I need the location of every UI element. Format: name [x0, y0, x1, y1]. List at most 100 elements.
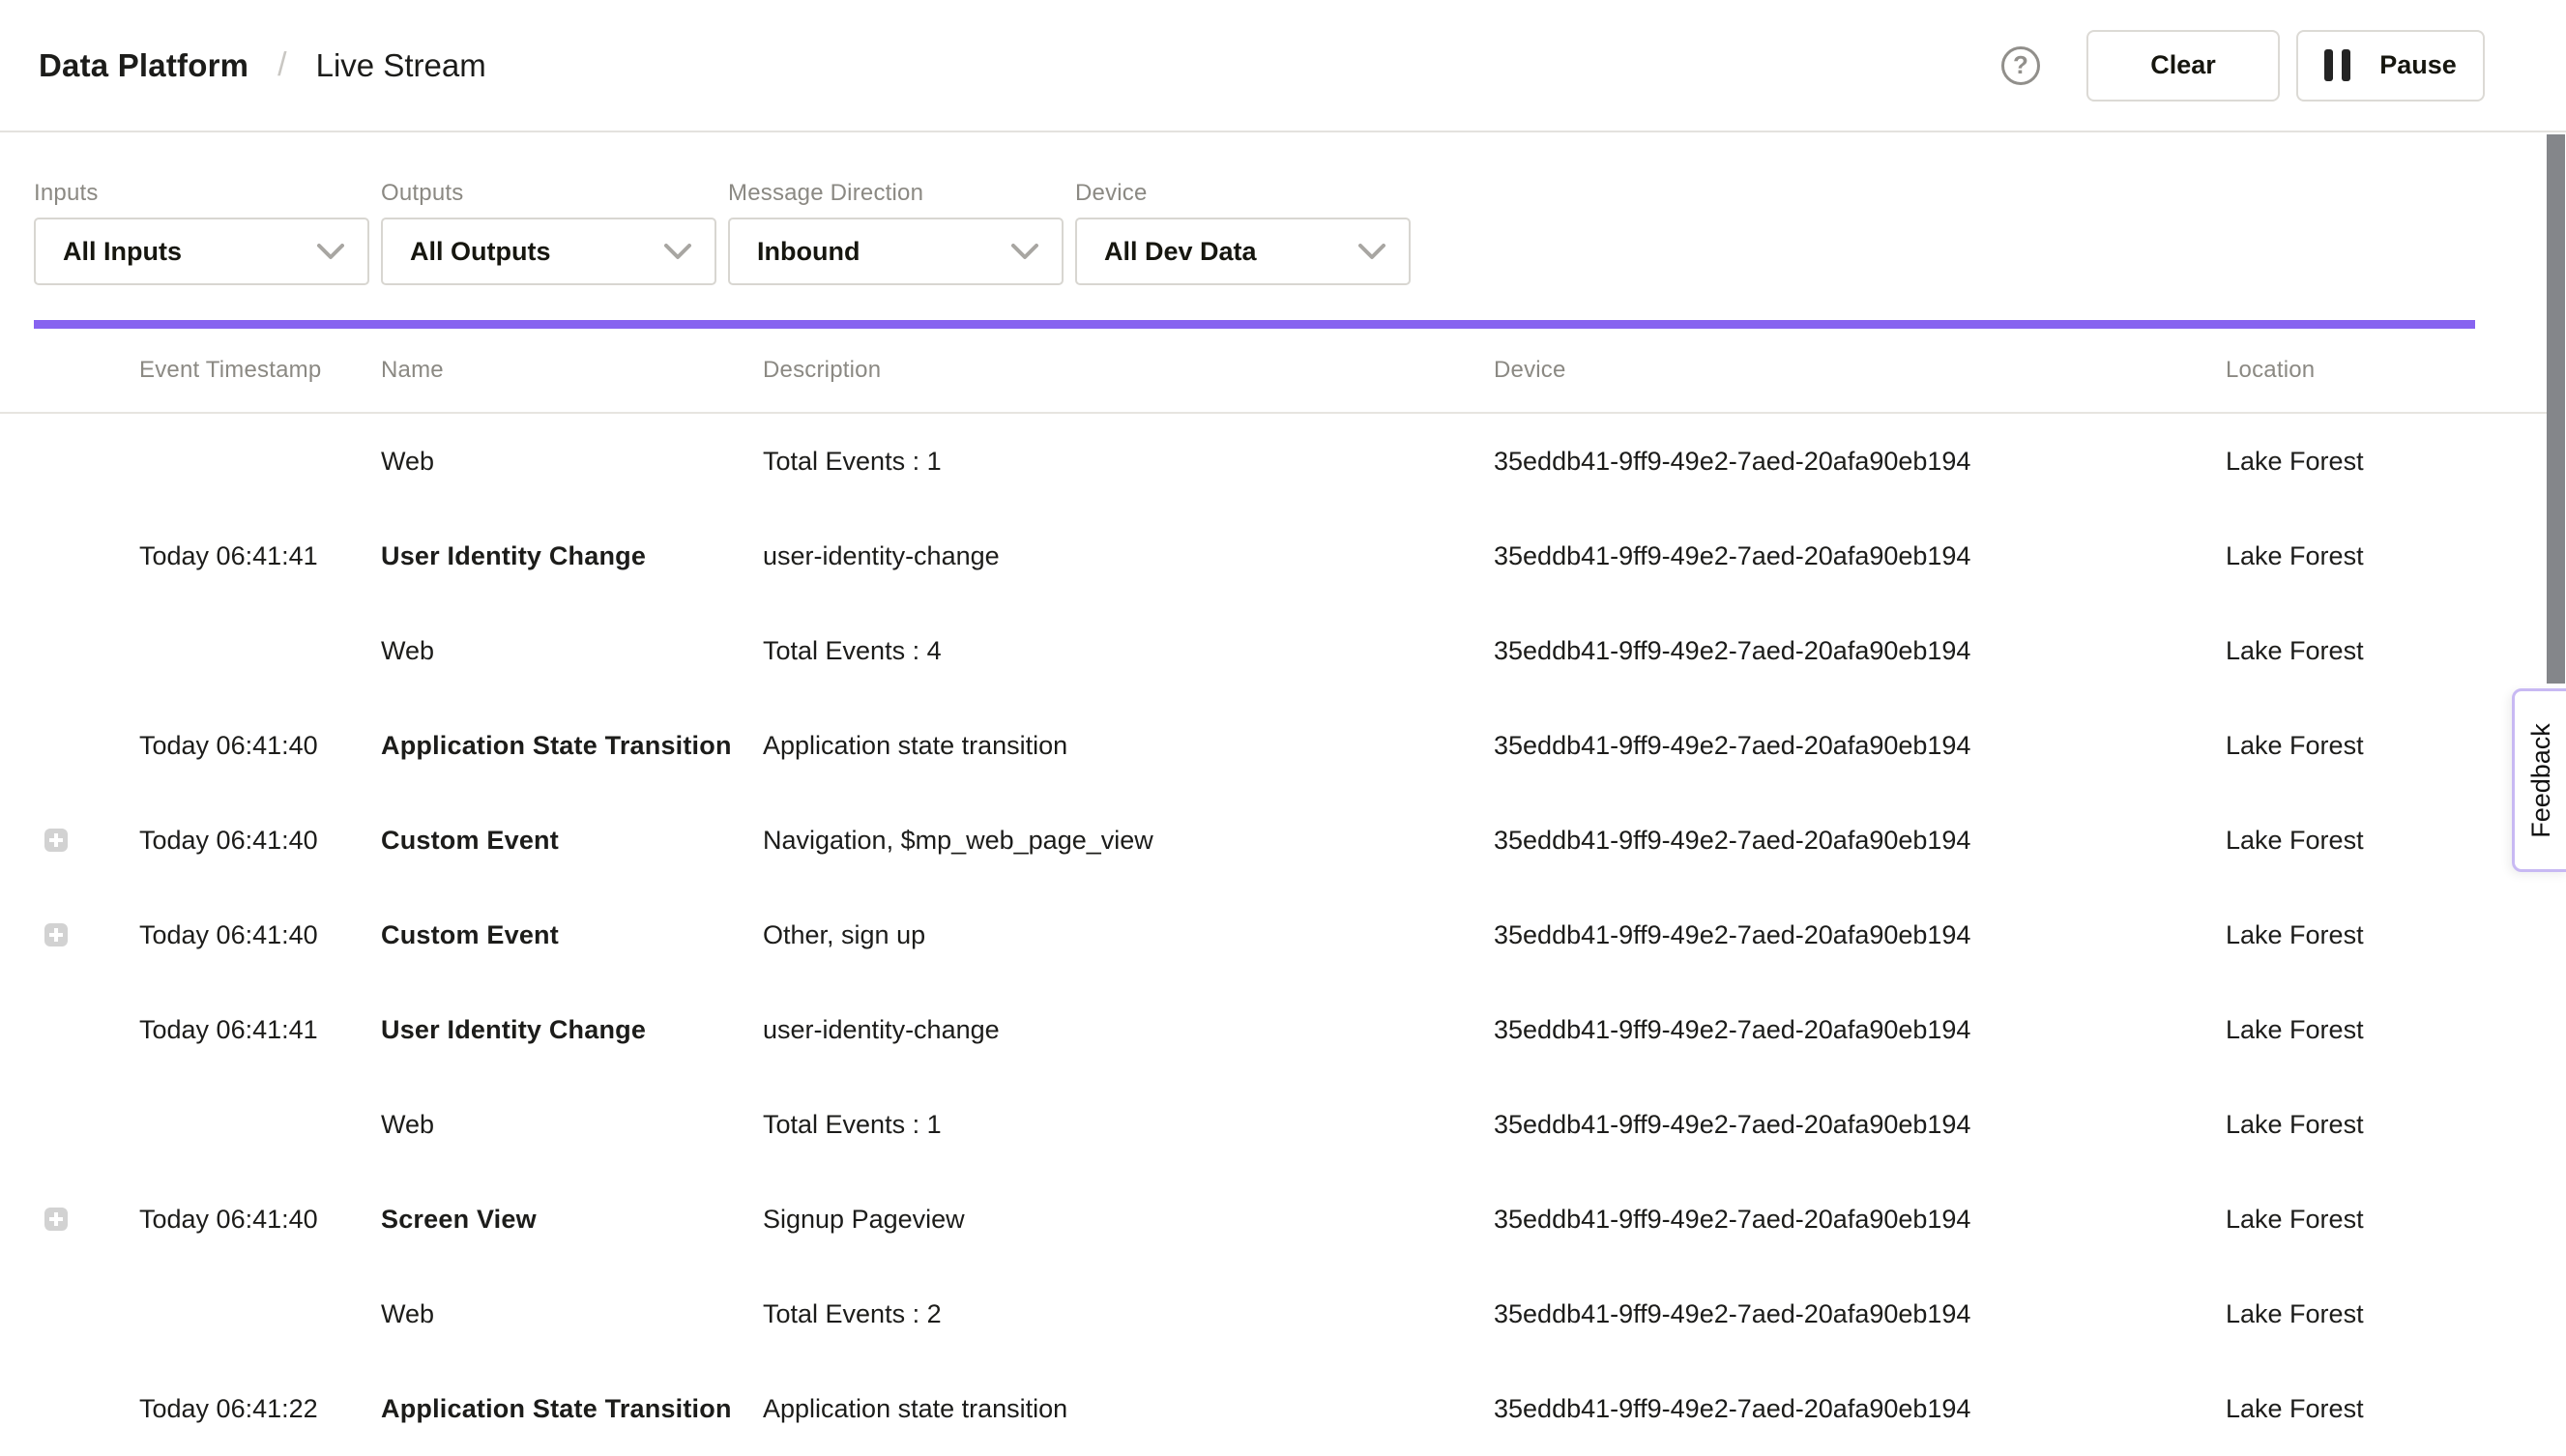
event-name-cell: User Identity Change	[381, 541, 763, 571]
device-cell: 35eddb41-9ff9-49e2-7aed-20afa90eb194	[1494, 1110, 2226, 1140]
event-name-cell: Custom Event	[381, 920, 763, 950]
event-description-cell: Total Events : 1	[763, 447, 1494, 477]
expand-cell	[34, 923, 139, 946]
event-description-cell: Navigation, $mp_web_page_view	[763, 826, 1494, 856]
device-cell: 35eddb41-9ff9-49e2-7aed-20afa90eb194	[1494, 1394, 2226, 1424]
table-body: Web Total Events : 1 35eddb41-9ff9-49e2-…	[0, 414, 2566, 1456]
top-bar-actions: ? Clear Pause	[2001, 30, 2485, 102]
live-stream-page: Data Platform / Live Stream ? Clear Paus…	[0, 0, 2566, 1437]
table-row[interactable]: Web Total Events : 1 35eddb41-9ff9-49e2-…	[0, 414, 2566, 509]
event-timestamp-cell: Today 06:41:40	[139, 920, 381, 950]
event-name-cell: Web	[381, 447, 763, 477]
scrollbar-thumb[interactable]	[2547, 134, 2565, 684]
event-name-cell: Application State Transition	[381, 1394, 763, 1424]
table-row[interactable]: Today 06:41:40 Screen View Signup Pagevi…	[0, 1172, 2566, 1267]
breadcrumb-data-platform[interactable]: Data Platform	[39, 47, 248, 84]
event-name-cell: User Identity Change	[381, 1015, 763, 1045]
location-cell: Lake Forest	[2226, 541, 2475, 571]
expand-row-button[interactable]	[44, 829, 68, 852]
event-name-cell: Web	[381, 1299, 763, 1329]
location-cell: Lake Forest	[2226, 1394, 2475, 1424]
message-direction-select-value: Inbound	[757, 237, 860, 267]
expand-cell	[34, 1208, 139, 1231]
event-timestamp-cell: Today 06:41:41	[139, 541, 381, 571]
device-cell: 35eddb41-9ff9-49e2-7aed-20afa90eb194	[1494, 826, 2226, 856]
expand-cell	[34, 734, 139, 757]
event-description-cell: Total Events : 2	[763, 1299, 1494, 1329]
event-name-cell: Web	[381, 1110, 763, 1140]
location-cell: Lake Forest	[2226, 826, 2475, 856]
device-cell: 35eddb41-9ff9-49e2-7aed-20afa90eb194	[1494, 731, 2226, 761]
expand-row-button[interactable]	[44, 923, 68, 946]
clear-button[interactable]: Clear	[2086, 30, 2280, 102]
table-row[interactable]: Today 06:41:40 Custom Event Navigation, …	[0, 793, 2566, 888]
event-name-cell: Web	[381, 636, 763, 666]
location-cell: Lake Forest	[2226, 920, 2475, 950]
expand-cell	[34, 1302, 139, 1325]
event-description-cell: user-identity-change	[763, 1015, 1494, 1045]
expand-cell	[34, 450, 139, 473]
pause-button-label: Pause	[2379, 50, 2457, 80]
live-stream-progress-bar	[34, 320, 2475, 329]
location-cell: Lake Forest	[2226, 1299, 2475, 1329]
event-description-cell: Other, sign up	[763, 920, 1494, 950]
location-cell: Lake Forest	[2226, 447, 2475, 477]
event-description-cell: Signup Pageview	[763, 1205, 1494, 1235]
device-cell: 35eddb41-9ff9-49e2-7aed-20afa90eb194	[1494, 447, 2226, 477]
expand-cell	[34, 639, 139, 662]
table-row[interactable]: Today 06:41:41 User Identity Change user…	[0, 509, 2566, 603]
chevron-down-icon	[664, 244, 691, 260]
device-cell: 35eddb41-9ff9-49e2-7aed-20afa90eb194	[1494, 1015, 2226, 1045]
table-row[interactable]: Today 06:41:40 Custom Event Other, sign …	[0, 888, 2566, 982]
event-name-cell: Custom Event	[381, 826, 763, 856]
outputs-select[interactable]: All Outputs	[381, 218, 716, 285]
location-cell: Lake Forest	[2226, 636, 2475, 666]
table-row[interactable]: Web Total Events : 4 35eddb41-9ff9-49e2-…	[0, 603, 2566, 698]
clear-button-label: Clear	[2150, 50, 2216, 80]
event-timestamp-cell: Today 06:41:40	[139, 826, 381, 856]
pause-icon	[2324, 49, 2350, 81]
device-cell: 35eddb41-9ff9-49e2-7aed-20afa90eb194	[1494, 1205, 2226, 1235]
inputs-select[interactable]: All Inputs	[34, 218, 369, 285]
column-header-device: Device	[1494, 357, 2226, 384]
filter-device: Device All Dev Data	[1075, 180, 1411, 285]
location-cell: Lake Forest	[2226, 1205, 2475, 1235]
column-header-description: Description	[763, 357, 1494, 384]
top-bar: Data Platform / Live Stream ? Clear Paus…	[0, 0, 2566, 132]
feedback-tab[interactable]: Feedback	[2512, 688, 2566, 872]
table-row[interactable]: Today 06:41:40 Application State Transit…	[0, 698, 2566, 793]
filters-row: Inputs All Inputs Outputs All Outputs Me…	[0, 132, 2566, 285]
expand-cell	[34, 1018, 139, 1041]
event-description-cell: Application state transition	[763, 731, 1494, 761]
column-header-event-timestamp: Event Timestamp	[139, 357, 381, 384]
chevron-down-icon	[1011, 244, 1038, 260]
help-icon[interactable]: ?	[2001, 46, 2040, 85]
event-timestamp-cell: Today 06:41:40	[139, 731, 381, 761]
table-row[interactable]: Web Total Events : 1 35eddb41-9ff9-49e2-…	[0, 1077, 2566, 1172]
pause-button[interactable]: Pause	[2296, 30, 2485, 102]
filter-message-direction-label: Message Direction	[728, 180, 1064, 207]
table-row[interactable]: Web Total Events : 2 35eddb41-9ff9-49e2-…	[0, 1267, 2566, 1361]
event-name-cell: Screen View	[381, 1205, 763, 1235]
event-description-cell: Total Events : 1	[763, 1110, 1494, 1140]
expand-cell	[34, 1397, 139, 1420]
event-timestamp-cell: Today 06:41:22	[139, 1394, 381, 1424]
device-select[interactable]: All Dev Data	[1075, 218, 1411, 285]
device-cell: 35eddb41-9ff9-49e2-7aed-20afa90eb194	[1494, 636, 2226, 666]
table-header: Event Timestamp Name Description Device …	[0, 329, 2566, 414]
expand-cell	[34, 1113, 139, 1136]
message-direction-select[interactable]: Inbound	[728, 218, 1064, 285]
outputs-select-value: All Outputs	[410, 237, 550, 267]
expand-cell	[34, 544, 139, 568]
event-timestamp-cell: Today 06:41:41	[139, 1015, 381, 1045]
table-row[interactable]: Today 06:41:22 Application State Transit…	[0, 1361, 2566, 1456]
filter-device-label: Device	[1075, 180, 1411, 207]
breadcrumb-separator: /	[277, 46, 286, 84]
events-table: Event Timestamp Name Description Device …	[0, 329, 2566, 1456]
device-cell: 35eddb41-9ff9-49e2-7aed-20afa90eb194	[1494, 1299, 2226, 1329]
expand-row-button[interactable]	[44, 1208, 68, 1231]
filter-message-direction: Message Direction Inbound	[728, 180, 1064, 285]
table-row[interactable]: Today 06:41:41 User Identity Change user…	[0, 982, 2566, 1077]
event-name-cell: Application State Transition	[381, 731, 763, 761]
filter-outputs-label: Outputs	[381, 180, 716, 207]
